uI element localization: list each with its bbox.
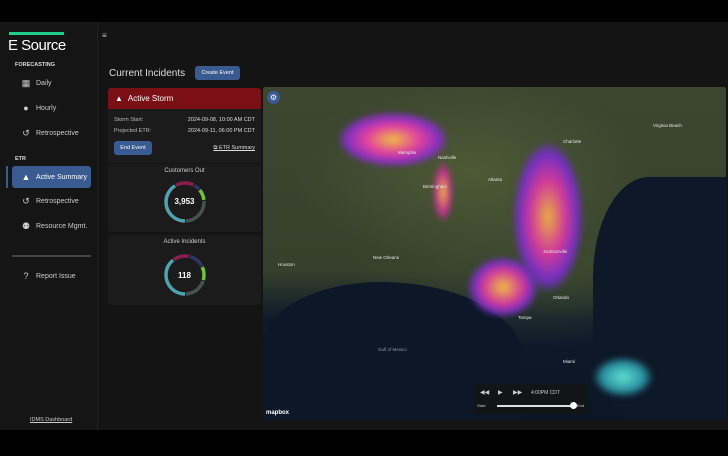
end-event-button[interactable]: End Event [114,141,152,155]
radar-cell [433,162,453,222]
water-label: Gulf of Mexico [378,347,407,352]
fast-forward-button[interactable]: ▶▶ [513,389,522,396]
sidebar-item-daily[interactable]: ▦ Daily [12,72,91,94]
label: ETR Summary [218,145,255,151]
active-marker [6,166,8,188]
time-slider[interactable] [497,405,573,407]
sidebar-item-resource-mgmt[interactable]: ⚉ Resource Mgmt. [12,215,91,237]
city-label: Jacksonville [543,249,568,254]
bahamas-shallows [593,357,653,397]
projected-etr-value: 2024-09-11, 06:00 PM CDT [187,128,255,134]
history-icon: ↺ [22,195,30,206]
player-time: 4:00PM CDT [531,390,560,396]
storm-details: Storm Start: 2024-09-08, 10:00 AM CDT Pro… [108,109,261,163]
page-title: Current Incidents [109,68,186,79]
collapse-sidebar-icon[interactable]: ≡ [102,31,107,40]
play-button[interactable]: ▶ [498,389,503,396]
city-label: Miami [563,359,575,364]
time-slider-handle[interactable] [570,402,577,409]
label: Retrospective [36,197,79,205]
sidebar-item-hourly[interactable]: ● Hourly [12,97,91,119]
logo-bar [9,32,64,35]
city-label: Birmingham [423,184,448,189]
city-label: New Orleans [373,255,400,260]
active-incidents-value: 118 [178,271,191,280]
user-clock-icon: ● [23,103,29,113]
storm-start-value: 2024-09-08, 10:00 AM CDT [187,117,255,123]
label: Report Issue [36,272,76,280]
mapbox-logo: mapbox [266,410,290,416]
city-label: Charlotte [563,139,582,144]
radar-cell [468,257,538,317]
sidebar-item-retrospective[interactable]: ↺ Retrospective [12,122,91,144]
app: E Source FORECASTING ▦ Daily ● Hourly ↺ Ret… [0,22,728,430]
storm-map[interactable]: ⚙ Nashville Memphis Birmingham Atlanta C… [263,87,726,420]
label: Hourly [36,104,57,112]
label: Active Summary [36,173,87,181]
label: Resource Mgmt. [36,222,88,230]
radar-cell [338,112,448,167]
question-icon: ? [23,271,29,281]
rewind-button[interactable]: ◀◀ [480,389,489,396]
users-icon: ⚉ [21,220,31,231]
settings-gear-icon[interactable]: ⚙ [267,91,280,104]
card-title: Customers Out [164,168,205,174]
section-etr: ETR [15,156,26,162]
warning-icon: ▲ [115,94,123,103]
sidebar-item-active-summary[interactable]: ▲ Active Summary [12,166,91,188]
warning-icon: ▲ [21,172,31,182]
label: Retrospective [36,129,79,137]
sidebar-item-etr-retrospective[interactable]: ↺ Retrospective [12,190,91,212]
customers-out-value: 3,953 [174,197,195,206]
logo: E Source [8,37,66,54]
end-label: End [577,403,585,408]
card-title: Active Incidents [163,239,206,245]
city-label: Virginia Beach [653,123,682,128]
create-event-button[interactable]: Create Event [195,66,240,80]
divider [12,255,91,257]
city-label: Houston [278,262,295,267]
idms-dashboard-link[interactable]: IDMS Dashboard [30,417,72,423]
city-label: Tampa [518,315,532,320]
sidebar-item-report-issue[interactable]: ? Report Issue [12,265,91,287]
storm-title: Active Storm [127,94,174,103]
city-label: Nashville [438,155,457,160]
time-player: ◀◀ ▶ ▶▶ 4:00PM CDT Start End [473,384,588,414]
active-storm-header: ▲ Active Storm [108,88,261,109]
label: Storm Start: [114,117,144,123]
calendar-icon: ▦ [21,77,31,88]
city-label: Atlanta [488,177,503,182]
active-incidents-card: Active Incidents 118 [108,235,261,305]
sidebar: E Source FORECASTING ▦ Daily ● Hourly ↺ Ret… [0,22,98,430]
history-icon: ↺ [22,127,30,138]
customers-out-card: Customers Out 3,953 [108,164,261,232]
city-label: Orlando [553,295,570,300]
label: Projected ETR: [114,128,152,134]
city-label: Memphis [398,150,417,155]
start-label: Start [477,403,486,408]
etr-summary-link[interactable]: ⧉ ETR Summary [213,145,255,152]
label: Daily [36,79,52,87]
section-forecasting: FORECASTING [15,62,56,68]
